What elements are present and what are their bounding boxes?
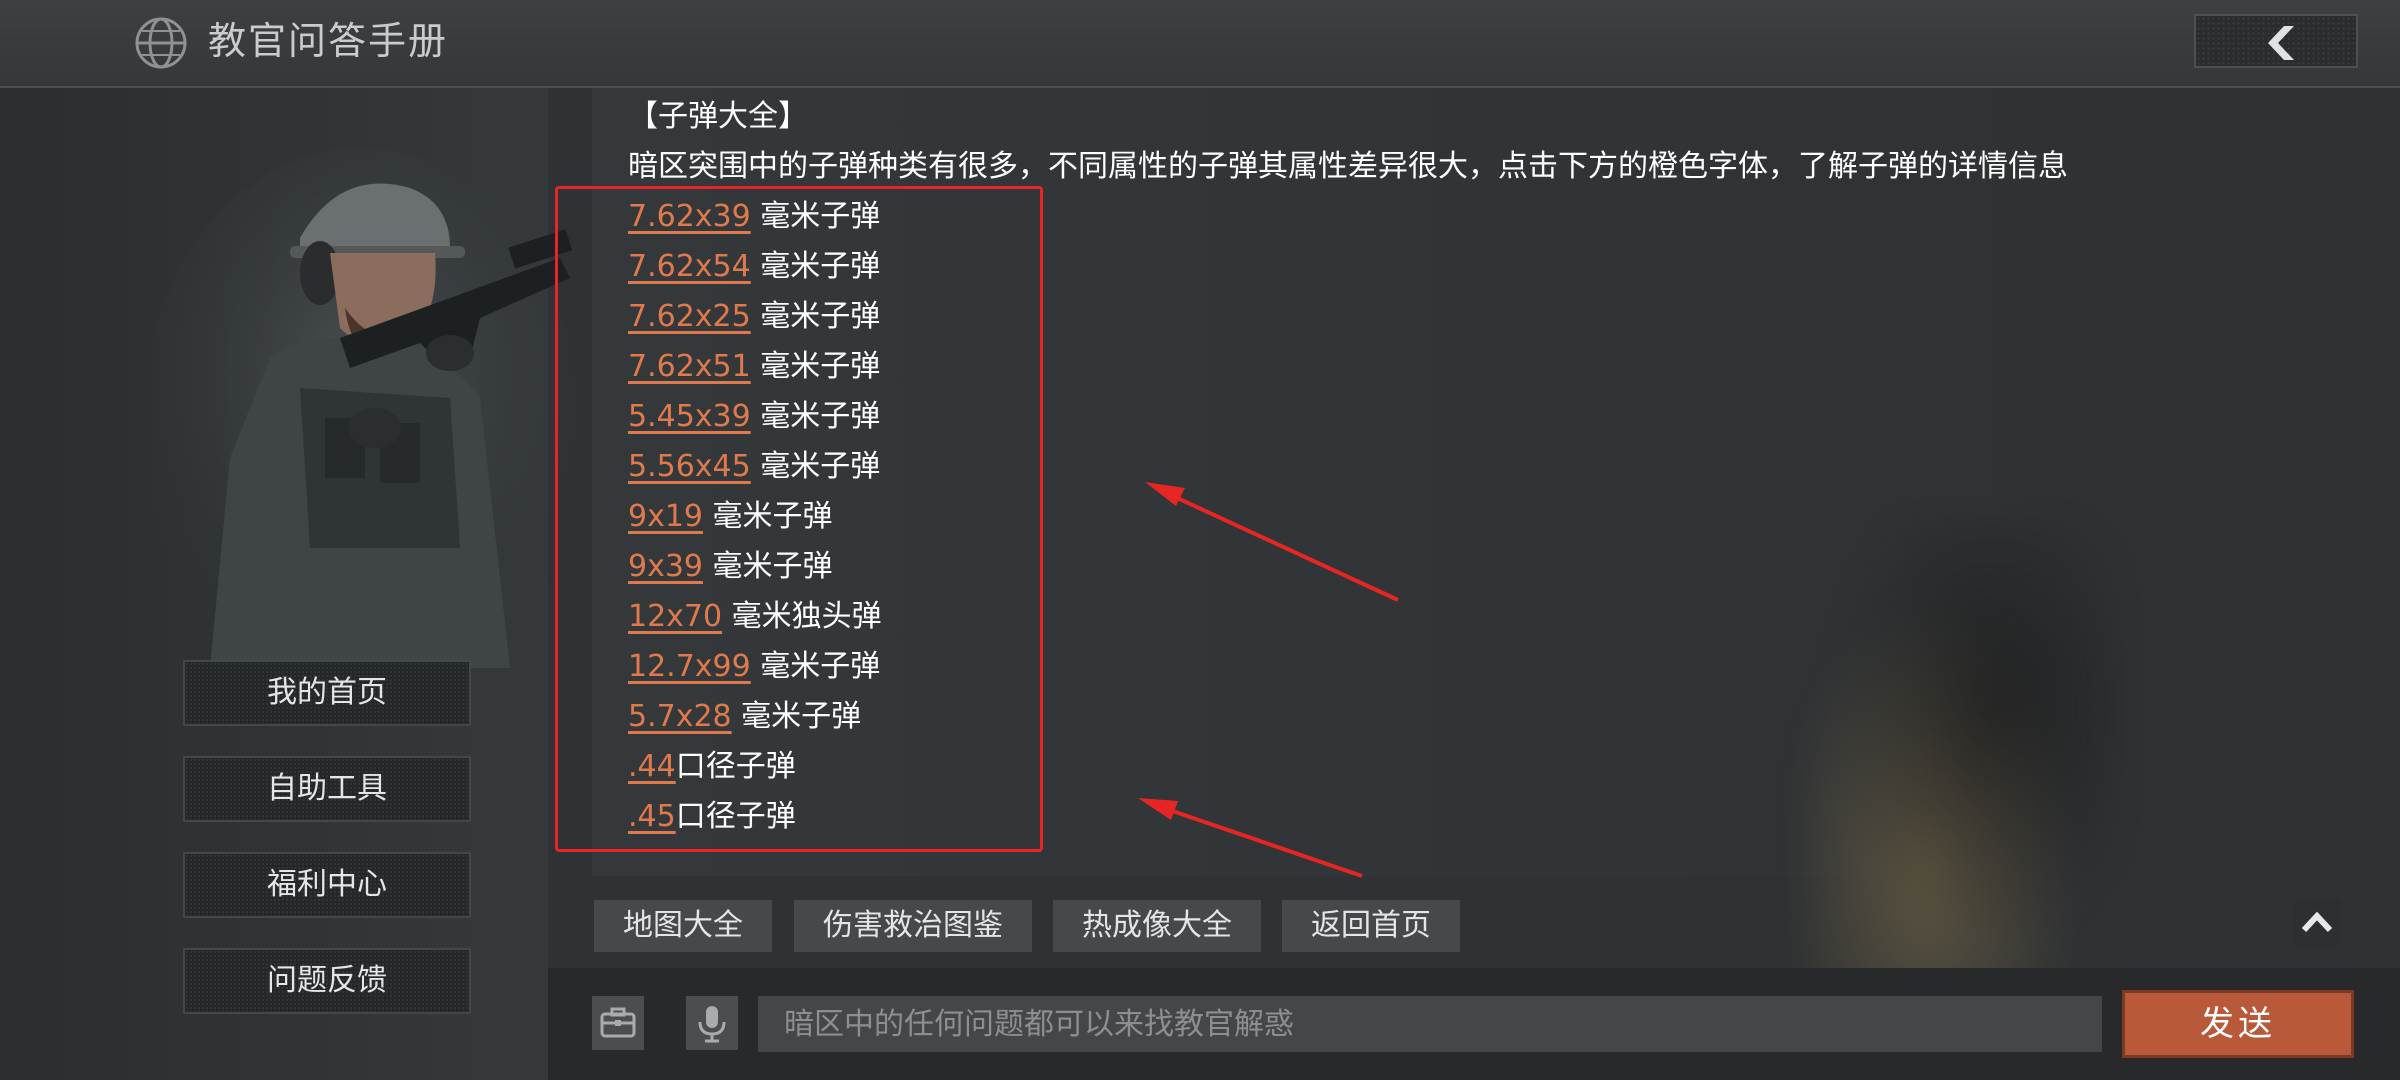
tab-map-guide[interactable]: 地图大全: [594, 900, 772, 952]
voice-button[interactable]: [686, 996, 738, 1050]
scroll-top-button[interactable]: [2294, 900, 2340, 946]
nav-welfare-center[interactable]: 福利中心: [183, 852, 471, 918]
microphone-icon: [698, 1006, 726, 1043]
message-heading: 【子弹大全】: [628, 99, 808, 134]
sidebar: 我的首页 自助工具 福利中心 问题反馈: [0, 88, 580, 1080]
tab-thermal-imaging[interactable]: 热成像大全: [1053, 900, 1261, 952]
highlight-box: [555, 186, 1043, 852]
app-title: 教官问答手册: [208, 19, 449, 63]
back-button[interactable]: [2194, 14, 2358, 68]
tab-injury-treatment[interactable]: 伤害救治图鉴: [794, 900, 1032, 952]
nav-my-home[interactable]: 我的首页: [183, 660, 471, 726]
globe-icon: [135, 17, 187, 69]
chevron-left-icon: [2268, 26, 2294, 60]
tab-back-home[interactable]: 返回首页: [1282, 900, 1460, 952]
send-button[interactable]: 发送: [2122, 990, 2354, 1058]
chevron-up-icon: [2301, 911, 2333, 933]
header-bar: 教官问答手册: [0, 0, 2400, 88]
message-intro: 暗区突围中的子弹种类有很多，不同属性的子弹其属性差异很大，点击下方的橙色字体，了…: [628, 149, 2068, 184]
instructor-avatar: [150, 148, 580, 688]
nav-self-help-tools[interactable]: 自助工具: [183, 756, 471, 822]
toolbox-button[interactable]: [592, 996, 644, 1050]
background-figure: [1800, 520, 2120, 990]
toolbox-icon: [600, 1007, 636, 1038]
nav-feedback[interactable]: 问题反馈: [183, 948, 471, 1014]
question-input[interactable]: [758, 996, 2102, 1052]
